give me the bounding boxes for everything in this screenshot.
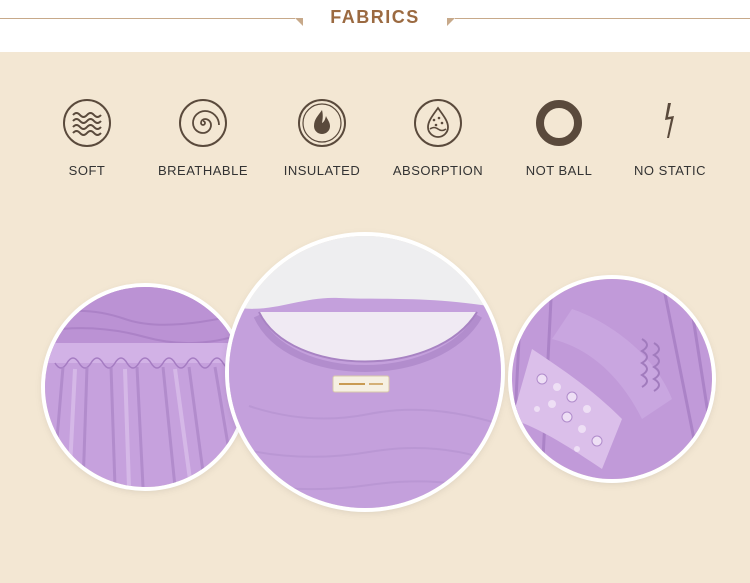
feature-label: NOT BALL <box>525 163 593 178</box>
feature-label: ABSORPTION <box>392 163 484 178</box>
ring-icon <box>534 98 584 148</box>
feature-label: SOFT <box>68 163 106 178</box>
feature-label: INSULATED <box>283 163 361 178</box>
feature-soft: SOFT <box>32 98 142 178</box>
header-divider-right <box>455 18 750 19</box>
feature-no-static: NO STATIC <box>615 98 725 178</box>
neckline-photo <box>229 236 501 508</box>
header-bar: FABRICS <box>0 0 750 52</box>
lace-cuff-photo <box>512 279 712 479</box>
feature-insulated: INSULATED <box>267 98 377 178</box>
spiral-icon <box>178 98 228 148</box>
header-ornament-right <box>447 18 455 26</box>
feature-label: BREATHABLE <box>157 163 248 178</box>
droplet-icon <box>413 98 463 148</box>
header-divider-left <box>0 18 295 19</box>
lightning-icon <box>645 98 695 148</box>
feature-not-ball: NOT BALL <box>504 98 614 178</box>
waves-icon <box>62 98 112 148</box>
feature-absorption: ABSORPTION <box>383 98 493 178</box>
section-title: FABRICS <box>330 7 420 27</box>
feature-breathable: BREATHABLE <box>148 98 258 178</box>
feature-label: NO STATIC <box>634 163 706 178</box>
fabric-detail-photo <box>45 287 245 487</box>
flame-icon <box>297 98 347 148</box>
